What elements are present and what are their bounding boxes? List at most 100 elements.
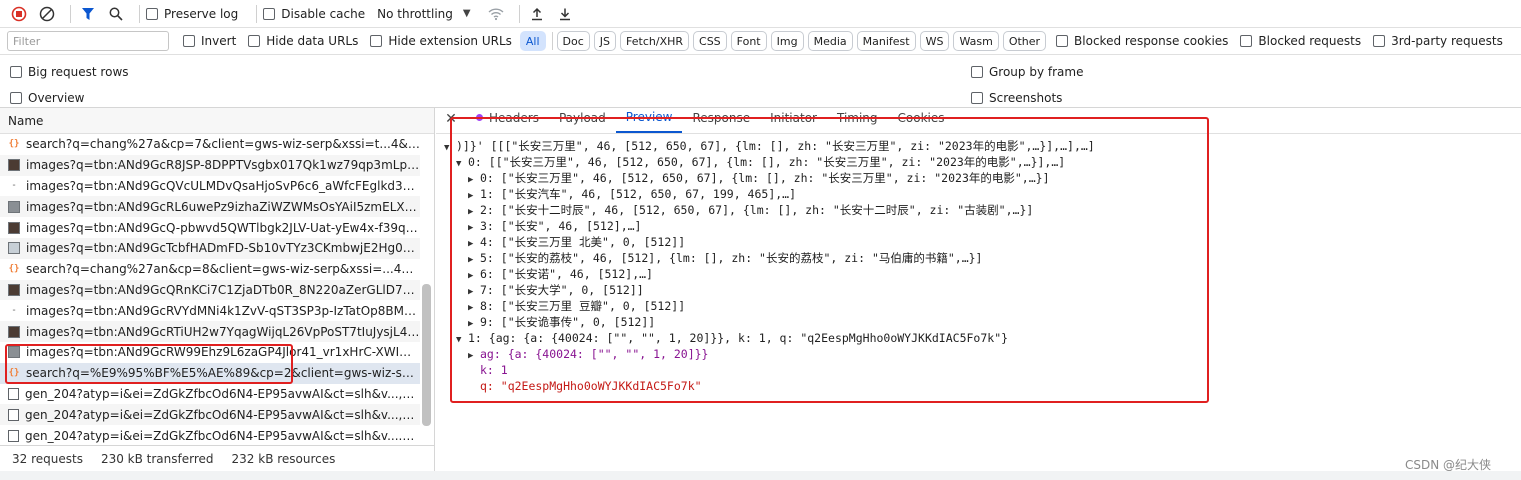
download-icon[interactable]	[554, 3, 576, 25]
checkbox-box[interactable]	[1373, 35, 1386, 47]
upload-icon[interactable]	[526, 3, 548, 25]
settings-pane: Big request rows Overview Group by frame…	[0, 55, 1521, 108]
collapse-arrow-icon[interactable]: ▶	[468, 348, 480, 364]
hide-data-urls-label: Hide data URLs	[266, 34, 359, 48]
table-row[interactable]: images?q=tbn:ANd9GcRTiUH2w7YqagWijqL26Vp…	[0, 321, 420, 342]
tree-node[interactable]: ▶ 2: ["长安十二时辰", 46, [512, 650, 67], {lm: …	[440, 202, 1240, 218]
wifi-icon[interactable]	[485, 3, 507, 25]
filter-input[interactable]: Filter	[7, 31, 169, 51]
invert-checkbox[interactable]: Invert	[183, 34, 236, 48]
tree-node[interactable]: ▶ 5: ["长安的荔枝", 46, [512], {lm: [], zh: "长…	[440, 250, 1240, 266]
image-file-icon	[8, 159, 20, 172]
third-party-requests-label: 3rd-party requests	[1391, 34, 1503, 48]
table-row[interactable]: gen_204?atyp=i&ei=ZdGkZfbcOd6N4-EP95avwA…	[0, 384, 420, 405]
record-stop-icon[interactable]	[8, 3, 30, 25]
expand-arrow-icon[interactable]: ▼	[456, 332, 468, 348]
clear-icon[interactable]	[36, 3, 58, 25]
filter-icon[interactable]	[77, 3, 99, 25]
checkbox-box[interactable]	[183, 35, 195, 47]
tree-node[interactable]: ▶ ag: {a: {40024: ["", "", 1, 20]}}	[440, 346, 1240, 362]
tree-node[interactable]: ▶ 6: ["长安诺", 46, [512],…]	[440, 266, 1240, 282]
tab-label: Timing	[836, 110, 878, 125]
disable-cache-checkbox[interactable]: Disable cache	[263, 7, 365, 21]
request-name: images?q=tbn:ANd9GcRVYdMNi4k1ZvV-qST3SP3…	[26, 303, 420, 318]
checkbox-box[interactable]	[1056, 35, 1069, 47]
table-row[interactable]: images?q=tbn:ANd9GcRW99Ehz9L6zaGP4Jlor41…	[0, 342, 420, 363]
table-row[interactable]: {} search?q=chang%27an&cp=8&client=gws-wi…	[0, 259, 420, 280]
type-filter-ws[interactable]: WS	[919, 31, 950, 51]
group-by-frame-checkbox[interactable]: Group by frame	[971, 59, 1083, 85]
modified-dot-icon	[476, 114, 483, 121]
type-filter-js[interactable]: JS	[593, 31, 617, 51]
type-filter-wasm[interactable]: Wasm	[953, 31, 999, 51]
tree-node[interactable]: ▶ 3: ["长安", 46, [512],…]	[440, 218, 1240, 234]
tree-node[interactable]: ▶ 7: ["长安大学", 0, [512]]	[440, 282, 1240, 298]
type-filter-font[interactable]: Font	[730, 31, 767, 51]
table-row[interactable]: ⁃ images?q=tbn:ANd9GcRVYdMNi4k1ZvV-qST3SP…	[0, 300, 420, 321]
type-filter-manifest[interactable]: Manifest	[856, 31, 916, 51]
table-row[interactable]: ⁃ images?q=tbn:ANd9GcQVcULMDvQsaHjoSvP6c6…	[0, 176, 420, 197]
table-row[interactable]: images?q=tbn:ANd9GcRL6uwePz9izhaZiWZWMsO…	[0, 196, 420, 218]
search-icon[interactable]	[105, 3, 127, 25]
tab-headers[interactable]: Headers	[466, 107, 549, 133]
big-request-rows-checkbox[interactable]: Big request rows	[10, 59, 129, 85]
tree-node[interactable]: ▶ 8: ["长安三万里 豆瓣", 0, [512]]	[440, 298, 1240, 314]
tab-preview[interactable]: Preview	[615, 107, 683, 133]
close-icon[interactable]: ✕	[436, 111, 466, 133]
third-party-requests-checkbox[interactable]: 3rd-party requests	[1373, 34, 1503, 48]
scrollbar[interactable]	[422, 284, 431, 426]
table-row[interactable]: images?q=tbn:ANd9GcTcbfHADmFD-Sb10vTYz3C…	[0, 237, 420, 259]
overview-label: Overview	[28, 91, 85, 105]
tree-node[interactable]: ▶ 0: ["长安三万里", 46, [512, 650, 67], {lm: […	[440, 170, 1240, 186]
request-name: gen_204?atyp=i&ei=ZdGkZfbcOd6N4-EP95avwA…	[25, 428, 420, 443]
tab-cookies[interactable]: Cookies	[888, 107, 955, 133]
tree-node[interactable]: ▶ 9: ["长安诡事传", 0, [512]]	[440, 314, 1240, 330]
type-filter-doc[interactable]: Doc	[556, 31, 590, 51]
checkbox-box[interactable]	[248, 35, 261, 47]
blocked-response-cookies-checkbox[interactable]: Blocked response cookies	[1056, 34, 1228, 48]
tree-node[interactable]: ▼ 0: [["长安三万里", 46, [512, 650, 67], {lm: …	[440, 154, 1240, 170]
table-row[interactable]: gen_204?atyp=i&ei=ZdGkZfbcOd6N4-EP95avwA…	[0, 425, 420, 446]
expand-arrow-icon[interactable]: ▼	[444, 140, 456, 156]
checkbox-box[interactable]	[1240, 35, 1253, 47]
checkbox-box[interactable]	[971, 92, 983, 104]
type-filter-all[interactable]: All	[519, 31, 546, 51]
tree-root[interactable]: ▼)]}' [[["长安三万里", 46, [512, 650, 67], {l…	[440, 138, 1240, 154]
throttling-select[interactable]: No throttling ▼	[377, 7, 470, 21]
table-row[interactable]: {} search?q=%E9%95%BF%E5%AE%89&cp=2&clien…	[0, 362, 420, 384]
hide-extension-urls-checkbox[interactable]: Hide extension URLs	[370, 34, 512, 48]
preserve-log-checkbox[interactable]: Preserve log	[146, 7, 238, 21]
checkbox-box[interactable]	[370, 35, 383, 47]
blocked-requests-checkbox[interactable]: Blocked requests	[1240, 34, 1361, 48]
checkbox-box[interactable]	[146, 7, 158, 20]
tab-initiator[interactable]: Initiator	[760, 107, 827, 133]
type-filter-css[interactable]: CSS	[693, 31, 727, 51]
table-row[interactable]: {} search?q=chang%27a&cp=7&client=gws-wiz…	[0, 134, 420, 155]
checkbox-box[interactable]	[10, 66, 22, 78]
tree-line-text: ag: {a: {40024: ["", "", 1, 20]}}	[480, 347, 709, 361]
type-filter-media[interactable]: Media	[807, 31, 853, 51]
table-row[interactable]: gen_204?atyp=i&ei=ZdGkZfbcOd6N4-EP95avwA…	[0, 404, 420, 426]
checkbox-box[interactable]	[10, 92, 22, 104]
expand-arrow-icon[interactable]: ▼	[456, 156, 468, 172]
table-row[interactable]: images?q=tbn:ANd9GcR8JSP-8DPPTVsgbx017Qk…	[0, 154, 420, 176]
tree-node[interactable]: ▶ 4: ["长安三万里 北美", 0, [512]]	[440, 234, 1240, 250]
type-filter-other[interactable]: Other	[1002, 31, 1047, 51]
tree-line-text: 4: ["长安三万里 北美", 0, [512]]	[480, 235, 686, 249]
tree-line-text: 1: ["长安汽车", 46, [512, 650, 67, 199, 465]…	[480, 187, 797, 201]
tab-label: Preview	[625, 109, 673, 124]
checkbox-box[interactable]	[263, 7, 276, 20]
tab-payload[interactable]: Payload	[549, 107, 616, 133]
hide-data-urls-checkbox[interactable]: Hide data URLs	[248, 34, 358, 48]
table-row[interactable]: images?q=tbn:ANd9GcQRnKCi7C1ZjaDTb0R_8N2…	[0, 279, 420, 301]
checkbox-box[interactable]	[971, 66, 983, 78]
tree-node[interactable]: ▼ 1: {ag: {a: {40024: ["", "", 1, 20]}}, …	[440, 330, 1240, 346]
table-row[interactable]: images?q=tbn:ANd9GcQ-pbwvd5QWTlbgk2JLV-U…	[0, 217, 420, 238]
tab-response[interactable]: Response	[682, 107, 760, 133]
tree-node[interactable]: ▶ 1: ["长安汽车", 46, [512, 650, 67, 199, 465…	[440, 186, 1240, 202]
name-column-header[interactable]: Name	[0, 108, 434, 134]
tab-timing[interactable]: Timing	[827, 107, 888, 133]
type-filter-fetch-xhr[interactable]: Fetch/XHR	[620, 31, 690, 51]
json-file-icon: {}	[8, 139, 20, 150]
type-filter-img[interactable]: Img	[770, 31, 804, 51]
